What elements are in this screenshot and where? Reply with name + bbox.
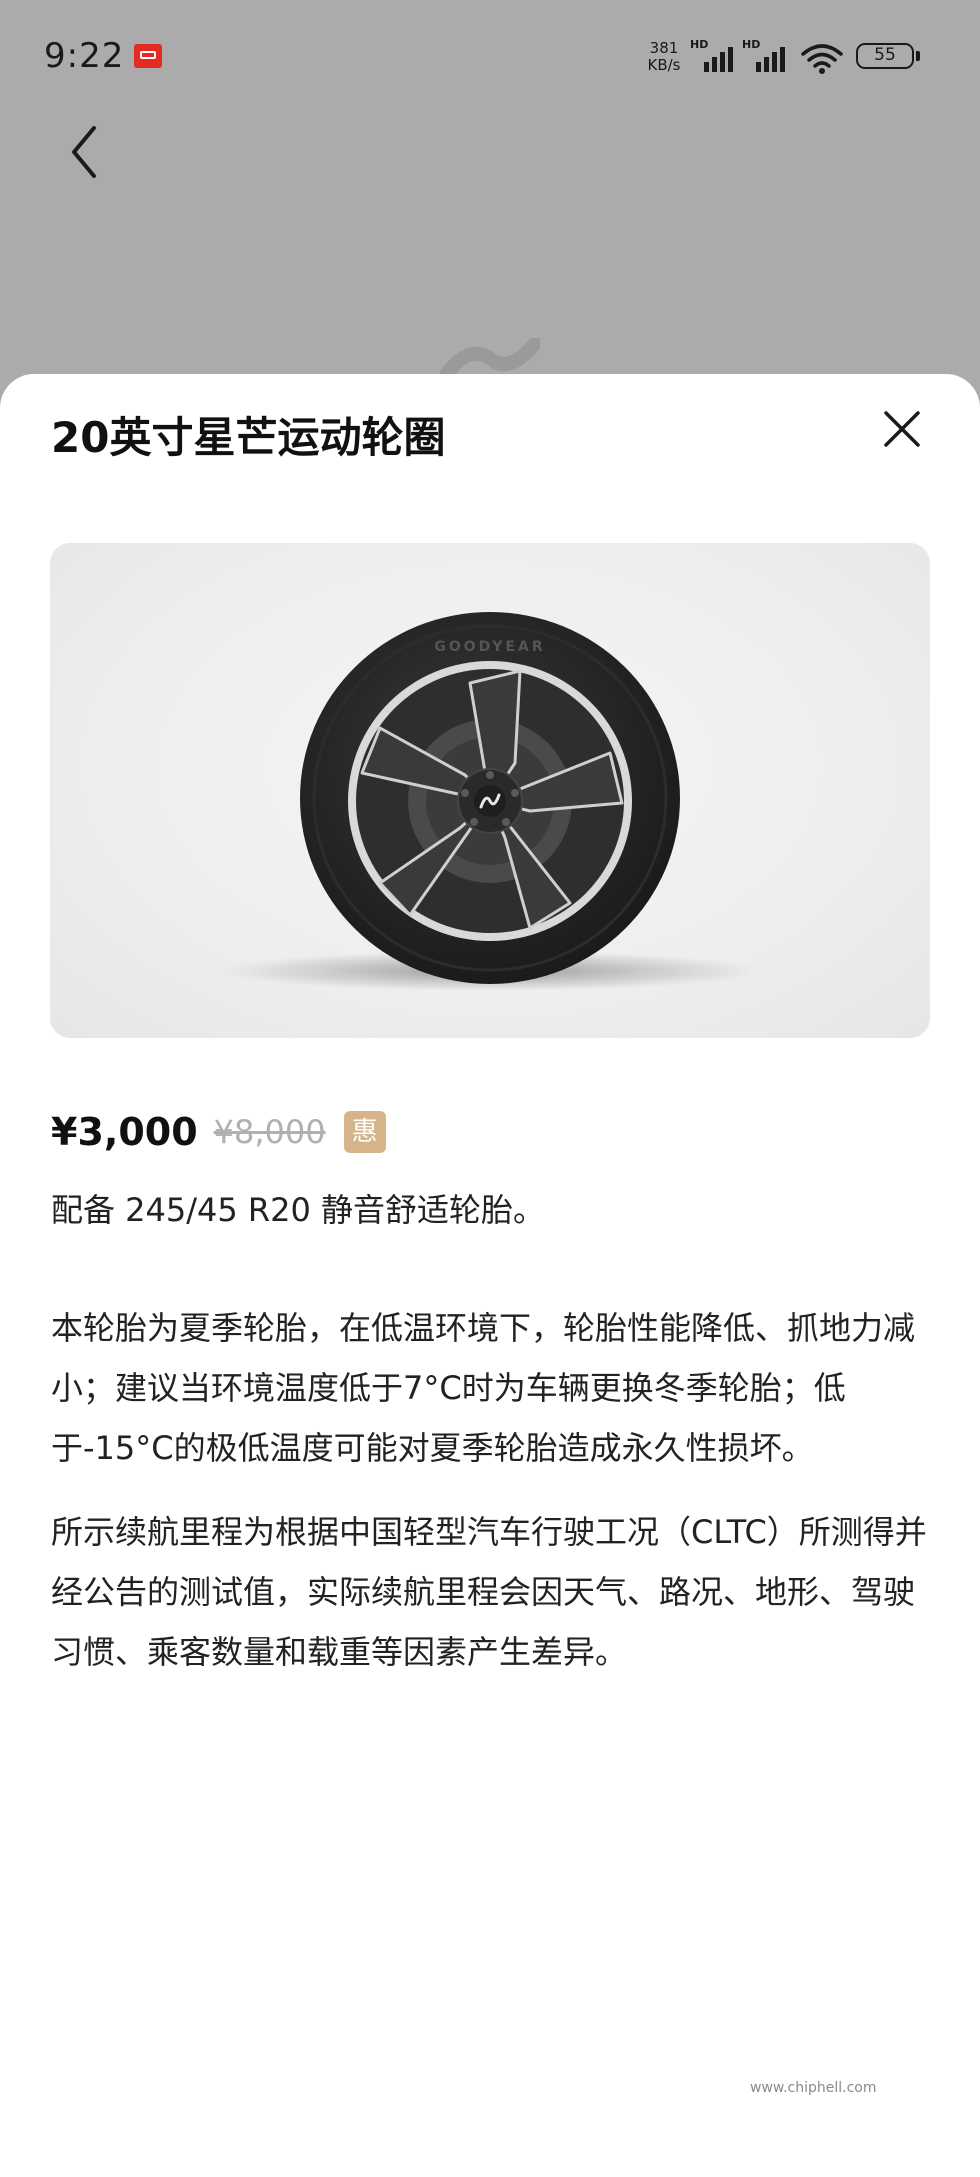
net-speed: 381 KB/s bbox=[642, 40, 686, 74]
wifi-icon bbox=[801, 44, 843, 74]
status-bar: 9:22 381 KB/s HD HD 55 bbox=[0, 0, 980, 118]
original-price: ¥8,000 bbox=[213, 1113, 326, 1151]
range-disclaimer: 所示续航里程为根据中国轻型汽车行驶工况（CLTC）所测得并经公告的测试值，实际续… bbox=[51, 1513, 927, 1671]
current-price: ¥3,000 bbox=[51, 1110, 198, 1154]
chevron-left-icon[interactable] bbox=[64, 122, 104, 182]
tire-spec-text: 配备 245/45 R20 静音舒适轮胎。 bbox=[51, 1191, 546, 1229]
tire-brand-text: GOODYEAR bbox=[434, 639, 545, 655]
net-speed-unit: KB/s bbox=[647, 56, 681, 74]
promo-badge: 惠 bbox=[343, 1111, 386, 1153]
background-logo-fragment bbox=[440, 338, 540, 378]
watermark-text: www.chiphell.com bbox=[750, 2080, 877, 2096]
wheel-image: GOODYEAR bbox=[50, 543, 930, 1038]
signal-icon: HD bbox=[690, 38, 746, 74]
net-speed-value: 381 bbox=[649, 39, 679, 57]
signal-icon-sim2: HD bbox=[742, 38, 798, 74]
battery-icon: 55 bbox=[856, 43, 920, 69]
option-detail-sheet: 20英寸星芒运动轮圈 GOODYEAR ¥3,000 ¥8,000 惠 配备 2… bbox=[0, 374, 980, 2177]
close-icon[interactable] bbox=[882, 409, 922, 449]
sim2-hd-label: HD bbox=[742, 38, 761, 51]
sim1-hd-label: HD bbox=[690, 38, 709, 51]
sheet-title: 20英寸星芒运动轮圈 bbox=[51, 413, 446, 462]
chiphell-watermark-logo bbox=[888, 2021, 964, 2137]
app-notification-icon bbox=[134, 44, 162, 68]
price-row: ¥3,000 ¥8,000 惠 bbox=[51, 1102, 386, 1162]
summer-tire-notice: 本轮胎为夏季轮胎，在低温环境下，轮胎性能降低、抓地力减小；建议当环境温度低于7°… bbox=[51, 1309, 916, 1467]
wheel-illustration: GOODYEAR bbox=[220, 612, 760, 991]
status-time: 9:22 bbox=[44, 36, 125, 76]
